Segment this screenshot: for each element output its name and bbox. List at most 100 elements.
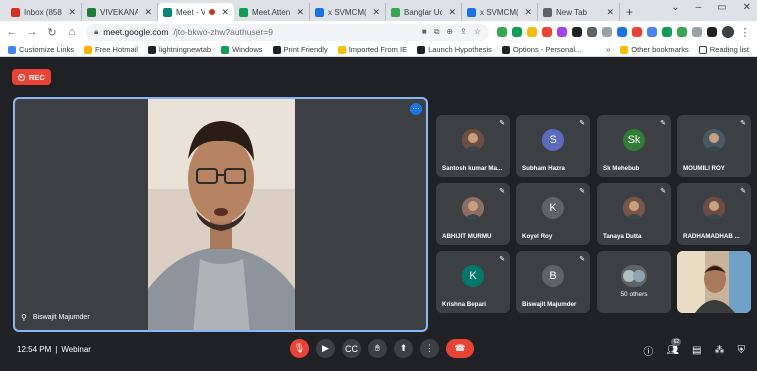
browser-menu-icon[interactable]: ⋮ [739,26,751,39]
zoom-icon[interactable]: ⊕ [446,27,453,37]
microphone-off-button[interactable]: 🎙︎ [290,339,309,358]
participant-tile[interactable]: ✎ Sk Sk Mehebub [597,115,671,177]
bookmarks-overflow-icon[interactable]: » [606,45,610,54]
other-bookmarks[interactable]: Other bookmarks [620,45,689,54]
people-icon[interactable]: 👥︎ 62 [666,338,682,356]
more-options-button[interactable]: ⋮ [420,339,439,358]
extension-icon[interactable] [497,27,507,37]
extension-icon[interactable] [617,27,627,37]
browser-tab[interactable]: VIVEKANAN ✕ [82,3,158,21]
extension-icon[interactable] [527,27,537,37]
close-tab-icon[interactable]: ✕ [524,7,532,18]
raise-hand-button[interactable]: ✋︎ [368,339,387,358]
back-icon[interactable]: ← [6,26,18,38]
participant-name: RADHAMADHAB ... [683,233,740,240]
close-tab-icon[interactable]: ✕ [448,7,456,18]
bookmark-item[interactable]: Print Friendly [272,45,328,54]
tab-favicon-icon [315,7,324,17]
bookmark-item[interactable]: Customize Links [8,45,74,54]
others-tile[interactable]: 50 others [597,251,671,313]
browser-tab[interactable]: Meet - V ✕ [158,3,234,21]
url-input[interactable]: 🔒︎ meet.google.com/jto-bkwo-zhw?authuser… [86,23,489,41]
tile-options-icon[interactable]: ⋯ [410,103,422,115]
bookmark-item[interactable]: Free Hotmail [84,45,138,54]
leave-call-button[interactable]: ☎ [446,339,474,358]
extension-icon[interactable] [677,27,687,37]
participant-avatar [462,129,484,151]
participant-name: MOUMILI ROY [683,165,725,172]
close-tab-icon[interactable]: ✕ [221,7,229,18]
close-tab-icon[interactable]: ✕ [68,7,76,18]
browser-tab[interactable]: New Tab ✕ [538,3,620,21]
extension-icon[interactable] [602,27,612,37]
presenter-tile[interactable]: ⚲ Biswajit Majumder ⋯ [13,97,428,332]
info-icon[interactable]: ⓘ [643,343,653,358]
captions-button[interactable]: CC [342,339,361,358]
maximize-icon[interactable]: ▭ [717,2,726,13]
participant-tile[interactable]: ✎ ABHIJIT MURMU [436,183,510,245]
tab-search-icon[interactable]: ⌄ [671,2,679,13]
bookmark-icon [147,45,156,54]
participant-tile[interactable]: ✎ S Subham Hazra [516,115,590,177]
bookmark-item[interactable]: Windows [221,45,263,54]
browser-tab[interactable]: x SVMCM(W ✕ [462,3,538,21]
extensions-puzzle-icon[interactable] [707,27,717,37]
browser-tab[interactable]: Meet Attend ✕ [234,3,310,21]
extension-icon[interactable] [587,27,597,37]
close-tab-icon[interactable]: ✕ [606,7,614,18]
home-icon[interactable]: ⌂ [66,26,78,38]
extension-icon[interactable] [662,27,672,37]
participant-tile[interactable]: ✎ MOUMILI ROY [677,115,751,177]
browser-tab[interactable]: x SVMCM(W ✕ [310,3,386,21]
extension-icon[interactable] [692,27,702,37]
extension-icon[interactable] [512,27,522,37]
chat-icon[interactable]: ▤ [692,345,701,356]
participant-tile[interactable]: ✎ Santosh kumar Ma... [436,115,510,177]
forward-icon[interactable]: → [26,26,38,38]
profile-avatar[interactable] [722,26,734,38]
bookmark-star-icon[interactable]: ☆ [474,27,481,37]
close-window-icon[interactable]: ✕ [743,2,751,13]
host-controls-icon[interactable]: ⛨ [738,345,746,356]
mic-muted-icon: ✎ [579,120,585,127]
minimize-icon[interactable]: – [696,2,702,13]
meeting-details[interactable]: 12:54 PM | Webinar [17,345,91,354]
open-in-app-icon[interactable]: ⧉ [434,27,440,37]
pin-icon[interactable]: ⚲ [21,313,27,322]
participant-avatar: Sk [623,129,645,151]
extension-icon[interactable] [647,27,657,37]
reading-list[interactable]: Reading list [698,45,749,54]
bookmark-item[interactable]: Options - Personal... [501,45,581,54]
bookmark-item[interactable]: lightningnewtab [147,45,211,54]
participant-tile[interactable]: ✎ Tanaya Dutta [597,183,671,245]
participant-name: Subham Hazra [522,165,565,172]
bookmark-item[interactable]: Imported From IE [337,45,407,54]
participant-tile[interactable]: ✎ K Koyel Roy [516,183,590,245]
participant-tile[interactable]: ✎ RADHAMADHAB ... [677,183,751,245]
participant-name: Tanaya Dutta [603,233,642,240]
participant-tile[interactable]: ✎ K Krishna Bepari [436,251,510,313]
extension-icon[interactable] [542,27,552,37]
tab-favicon-icon [239,7,248,17]
participant-name: Krishna Bepari [442,301,487,308]
activities-icon[interactable]: ⁂ [715,345,725,356]
recording-badge[interactable]: REC [12,69,51,85]
browser-tab[interactable]: Banglar Uchc ✕ [386,3,462,21]
close-tab-icon[interactable]: ✕ [372,7,380,18]
share-icon[interactable]: ⇪ [460,27,467,37]
camera-button[interactable]: ▶ [316,339,335,358]
self-view-tile[interactable] [677,251,751,313]
participant-tile[interactable]: ✎ B Biswajit Majumder [516,251,590,313]
extension-icon[interactable] [557,27,567,37]
bookmark-item[interactable]: Launch Hypothesis [417,45,492,54]
reload-icon[interactable]: ↻ [46,26,58,39]
call-controls: 🎙︎ ▶ CC ✋︎ ⬆ ⋮ ☎ [290,339,474,358]
browser-tab[interactable]: Inbox (858) ✕ [6,3,82,21]
close-tab-icon[interactable]: ✕ [144,7,152,18]
extension-icon[interactable] [632,27,642,37]
present-button[interactable]: ⬆ [394,339,413,358]
extension-icon[interactable] [572,27,582,37]
camera-indicator-icon[interactable]: ■ [422,27,427,37]
close-tab-icon[interactable]: ✕ [296,7,304,18]
new-tab-button[interactable]: + [620,3,639,21]
